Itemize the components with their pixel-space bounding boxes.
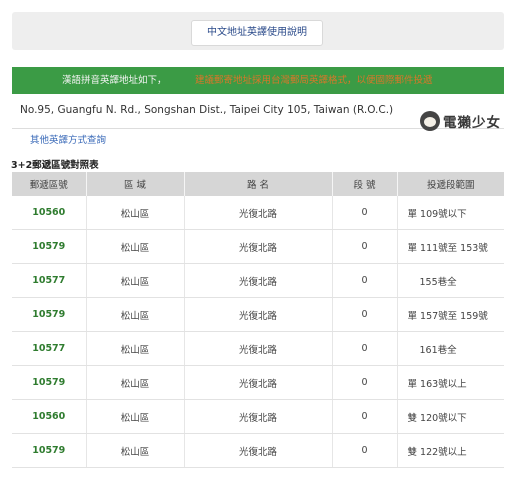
header-zip: 郵遞區號 [12,172,87,196]
table-row: 10579 松山區 光復北路 0 雙 122號以上 [12,433,504,468]
zip-table: 郵遞區號 區 域 路 名 段 號 投遞段範圍 10560 松山區 光復北路 0 … [12,172,504,468]
section: 0 [332,433,398,468]
result-prefix: 漢語拼音英譯地址如下， [62,75,167,86]
other-translation-link[interactable]: 其他英譯方式查詢 [30,132,106,146]
header-district: 區 域 [86,172,185,196]
zip-code: 10579 [12,297,87,332]
road: 光復北路 [184,229,333,264]
logo-text: 電獺少女 [443,115,501,131]
table-title: 3+2郵遞區號對照表 [11,160,99,171]
zip-code: 10577 [12,331,87,366]
district: 松山區 [86,433,185,468]
result-notice: 建議郵寄地址採用台灣郵局英譯格式，以便國際郵件投遞 [195,75,433,86]
section: 0 [332,229,398,264]
delivery-range: 單 163號以上 [397,365,504,400]
road: 光復北路 [184,263,333,298]
delivery-range: 161巷全 [397,331,504,366]
help-button[interactable]: 中文地址英譯使用說明 [191,20,323,46]
section: 0 [332,365,398,400]
district: 松山區 [86,196,185,230]
table-row: 10579 松山區 光復北路 0 單 163號以上 [12,365,504,400]
district: 松山區 [86,365,185,400]
table-row: 10560 松山區 光復北路 0 單 109號以下 [12,196,504,230]
mascot-icon [420,111,440,131]
table-row: 10560 松山區 光復北路 0 雙 120號以下 [12,399,504,434]
translated-address: No.95, Guangfu N. Rd., Songshan Dist., T… [20,104,394,116]
table-header-row: 郵遞區號 區 域 路 名 段 號 投遞段範圍 [12,172,504,196]
district: 松山區 [86,297,185,332]
delivery-range: 雙 122號以上 [397,433,504,468]
zip-code: 10560 [12,196,87,230]
table-row: 10577 松山區 光復北路 0 161巷全 [12,331,504,366]
district: 松山區 [86,229,185,264]
header-section: 段 號 [332,172,398,196]
table-row: 10579 松山區 光復北路 0 單 111號至 153號 [12,229,504,264]
road: 光復北路 [184,433,333,468]
result-banner: 漢語拼音英譯地址如下， 建議郵寄地址採用台灣郵局英譯格式，以便國際郵件投遞 [12,67,504,94]
header-range: 投遞段範圍 [397,172,504,196]
delivery-range: 155巷全 [397,263,504,298]
section: 0 [332,399,398,434]
zip-code: 10579 [12,365,87,400]
section: 0 [332,263,398,298]
delivery-range: 單 111號至 153號 [397,229,504,264]
road: 光復北路 [184,365,333,400]
road: 光復北路 [184,331,333,366]
road: 光復北路 [184,196,333,230]
section: 0 [332,196,398,230]
zip-code: 10577 [12,263,87,298]
road: 光復北路 [184,399,333,434]
section: 0 [332,297,398,332]
table-row: 10577 松山區 光復北路 0 155巷全 [12,263,504,298]
zip-code: 10579 [12,433,87,468]
zip-code: 10579 [12,229,87,264]
delivery-range: 單 157號至 159號 [397,297,504,332]
district: 松山區 [86,331,185,366]
delivery-range: 單 109號以下 [397,196,504,230]
district: 松山區 [86,263,185,298]
road: 光復北路 [184,297,333,332]
zip-code: 10560 [12,399,87,434]
delivery-range: 雙 120號以下 [397,399,504,434]
table-row: 10579 松山區 光復北路 0 單 157號至 159號 [12,297,504,332]
district: 松山區 [86,399,185,434]
header-road: 路 名 [184,172,333,196]
watermark-logo: 電獺少女 [420,108,501,134]
section: 0 [332,331,398,366]
